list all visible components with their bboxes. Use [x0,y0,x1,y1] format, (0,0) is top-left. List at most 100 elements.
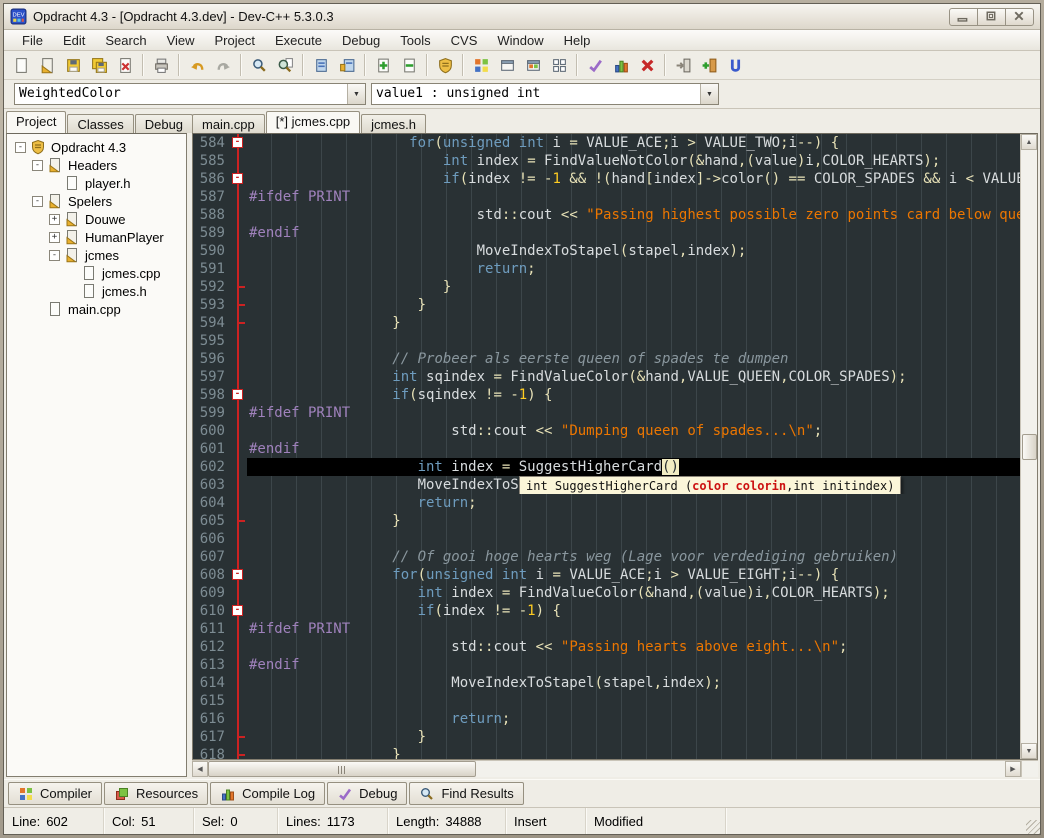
code-text[interactable]: std::cout << "Passing highest possible z… [247,206,1020,224]
class-browser-combo[interactable]: WeightedColor ▼ [14,83,366,105]
report-tab-find-results[interactable]: Find Results [409,782,523,805]
code-line-584[interactable]: 584- for(unsigned int i = VALUE_ACE;i > … [193,134,1020,152]
tree-node-spelers[interactable]: -Spelers [7,192,186,210]
code-text[interactable]: return; [247,710,1020,728]
abort-button[interactable] [634,53,660,78]
report-tab-resources[interactable]: Resources [104,782,208,805]
fold-margin[interactable]: - [229,386,247,404]
code-line-590[interactable]: 590 MoveIndexToStapel(stapel,index); [193,242,1020,260]
replace-button[interactable] [272,53,298,78]
collapse-icon[interactable]: - [32,160,43,171]
sidebar-tab-debug[interactable]: Debug [135,114,193,133]
menu-execute[interactable]: Execute [265,31,332,50]
remove-file-button[interactable] [396,53,422,78]
code-line-597[interactable]: 597 int sqindex = FindValueColor(&hand,V… [193,368,1020,386]
code-line-610[interactable]: 610- if(index != -1) { [193,602,1020,620]
tree-node-jcmes[interactable]: -jcmes [7,246,186,264]
fold-collapse-icon[interactable]: - [232,137,243,148]
find-button[interactable] [246,53,272,78]
code-line-603[interactable]: 603 MoveIndexToSint SuggestHigherCard (c… [193,476,1020,494]
sidebar-tab-project[interactable]: Project [6,111,66,133]
collapse-icon[interactable]: - [15,142,26,153]
code-text[interactable]: std::cout << "Passing hearts above eight… [247,638,1020,656]
horizontal-scroll-thumb[interactable] [208,761,476,777]
member-browser-combo[interactable]: value1 : unsigned int ▼ [371,83,719,105]
code-line-617[interactable]: 617 } [193,728,1020,746]
profile-analysis-button[interactable] [608,53,634,78]
collapse-icon[interactable]: - [49,250,60,261]
code-text[interactable]: #ifdef PRINT [247,188,1020,206]
code-text[interactable]: if(sqindex != -1) { [247,386,1020,404]
compile-button[interactable] [582,53,608,78]
horizontal-scrollbar[interactable]: ◀ ▶ [192,760,1021,777]
new-project-button[interactable] [468,53,494,78]
scroll-right-icon[interactable]: ▶ [1005,761,1021,777]
editor-tab--jcmes.cpp[interactable]: [*] jcmes.cpp [266,111,360,133]
save-all-button[interactable] [86,53,112,78]
sidebar-tab-classes[interactable]: Classes [67,114,133,133]
expand-icon[interactable]: + [49,214,60,225]
menu-project[interactable]: Project [205,31,265,50]
vertical-scroll-thumb[interactable] [1022,434,1037,460]
code-text[interactable]: } [247,278,1020,296]
code-text[interactable]: #endif [247,656,1020,674]
code-line-609[interactable]: 609 int index = FindValueColor(&hand,(va… [193,584,1020,602]
code-line-614[interactable]: 614 MoveIndexToStapel(stapel,index); [193,674,1020,692]
code-line-618[interactable]: 618 } [193,746,1020,759]
code-text[interactable]: #endif [247,440,1020,458]
menu-view[interactable]: View [157,31,205,50]
code-text[interactable]: #ifdef PRINT [247,404,1020,422]
minimize-button[interactable] [949,8,978,26]
close-file-button[interactable] [112,53,138,78]
code-line-608[interactable]: 608- for(unsigned int i = VALUE_ACE;i > … [193,566,1020,584]
report-tab-compiler[interactable]: Compiler [8,782,102,805]
tree-node-douwe[interactable]: +Douwe [7,210,186,228]
chevron-down-icon[interactable]: ▼ [347,84,365,104]
vertical-scrollbar[interactable]: ▲ ▼ [1020,134,1037,759]
code-text[interactable]: if(index != -1) { [247,602,1020,620]
report-tab-debug[interactable]: Debug [327,782,407,805]
scroll-left-icon[interactable]: ◀ [192,761,208,777]
code-line-585[interactable]: 585 int index = FindValueNotColor(&hand,… [193,152,1020,170]
new-source-button[interactable] [8,53,34,78]
code-text[interactable]: int index = FindValueColor(&hand,(value)… [247,584,1020,602]
tree-node-jcmes-h[interactable]: jcmes.h [7,282,186,300]
add-file-button[interactable] [370,53,396,78]
insert-snippet-button[interactable] [334,53,360,78]
code-line-595[interactable]: 595 [193,332,1020,350]
code-line-596[interactable]: 596 // Probeer als eerste queen of spade… [193,350,1020,368]
code-text[interactable]: // Of gooi hoge hearts weg (Lage voor ve… [247,548,1020,566]
fold-margin[interactable]: - [229,134,247,152]
code-text[interactable]: } [247,314,1020,332]
menu-edit[interactable]: Edit [53,31,95,50]
tree-node-headers[interactable]: -Headers [7,156,186,174]
code-line-591[interactable]: 591 return; [193,260,1020,278]
redo-button[interactable] [210,53,236,78]
code-line-601[interactable]: 601#endif [193,440,1020,458]
code-text[interactable]: } [247,512,1020,530]
code-text[interactable]: int sqindex = FindValueColor(&hand,VALUE… [247,368,1020,386]
code-line-613[interactable]: 613#endif [193,656,1020,674]
debug-run-button[interactable] [722,53,748,78]
code-line-593[interactable]: 593 } [193,296,1020,314]
code-text[interactable]: } [247,728,1020,746]
fold-margin[interactable]: - [229,170,247,188]
tree-node-jcmes-cpp[interactable]: jcmes.cpp [7,264,186,282]
code-text[interactable]: #endif [247,224,1020,242]
code-line-594[interactable]: 594 } [193,314,1020,332]
code-text[interactable]: int index = SuggestHigherCard() [247,458,1020,476]
code-text[interactable] [247,332,1020,350]
restore-button[interactable] [977,8,1006,26]
code-text[interactable]: MoveIndexToSint SuggestHigherCard (color… [247,476,1020,494]
code-line-616[interactable]: 616 return; [193,710,1020,728]
code-text[interactable]: } [247,296,1020,314]
fold-collapse-icon[interactable]: - [232,605,243,616]
code-text[interactable]: int index = FindValueNotColor(&hand,(val… [247,152,1020,170]
expand-icon[interactable]: + [49,232,60,243]
menu-debug[interactable]: Debug [332,31,390,50]
code-line-615[interactable]: 615 [193,692,1020,710]
code-line-589[interactable]: 589#endif [193,224,1020,242]
code-text[interactable]: if(index != -1 && !(hand[index]->color()… [247,170,1020,188]
properties-button[interactable] [494,53,520,78]
fold-collapse-icon[interactable]: - [232,173,243,184]
